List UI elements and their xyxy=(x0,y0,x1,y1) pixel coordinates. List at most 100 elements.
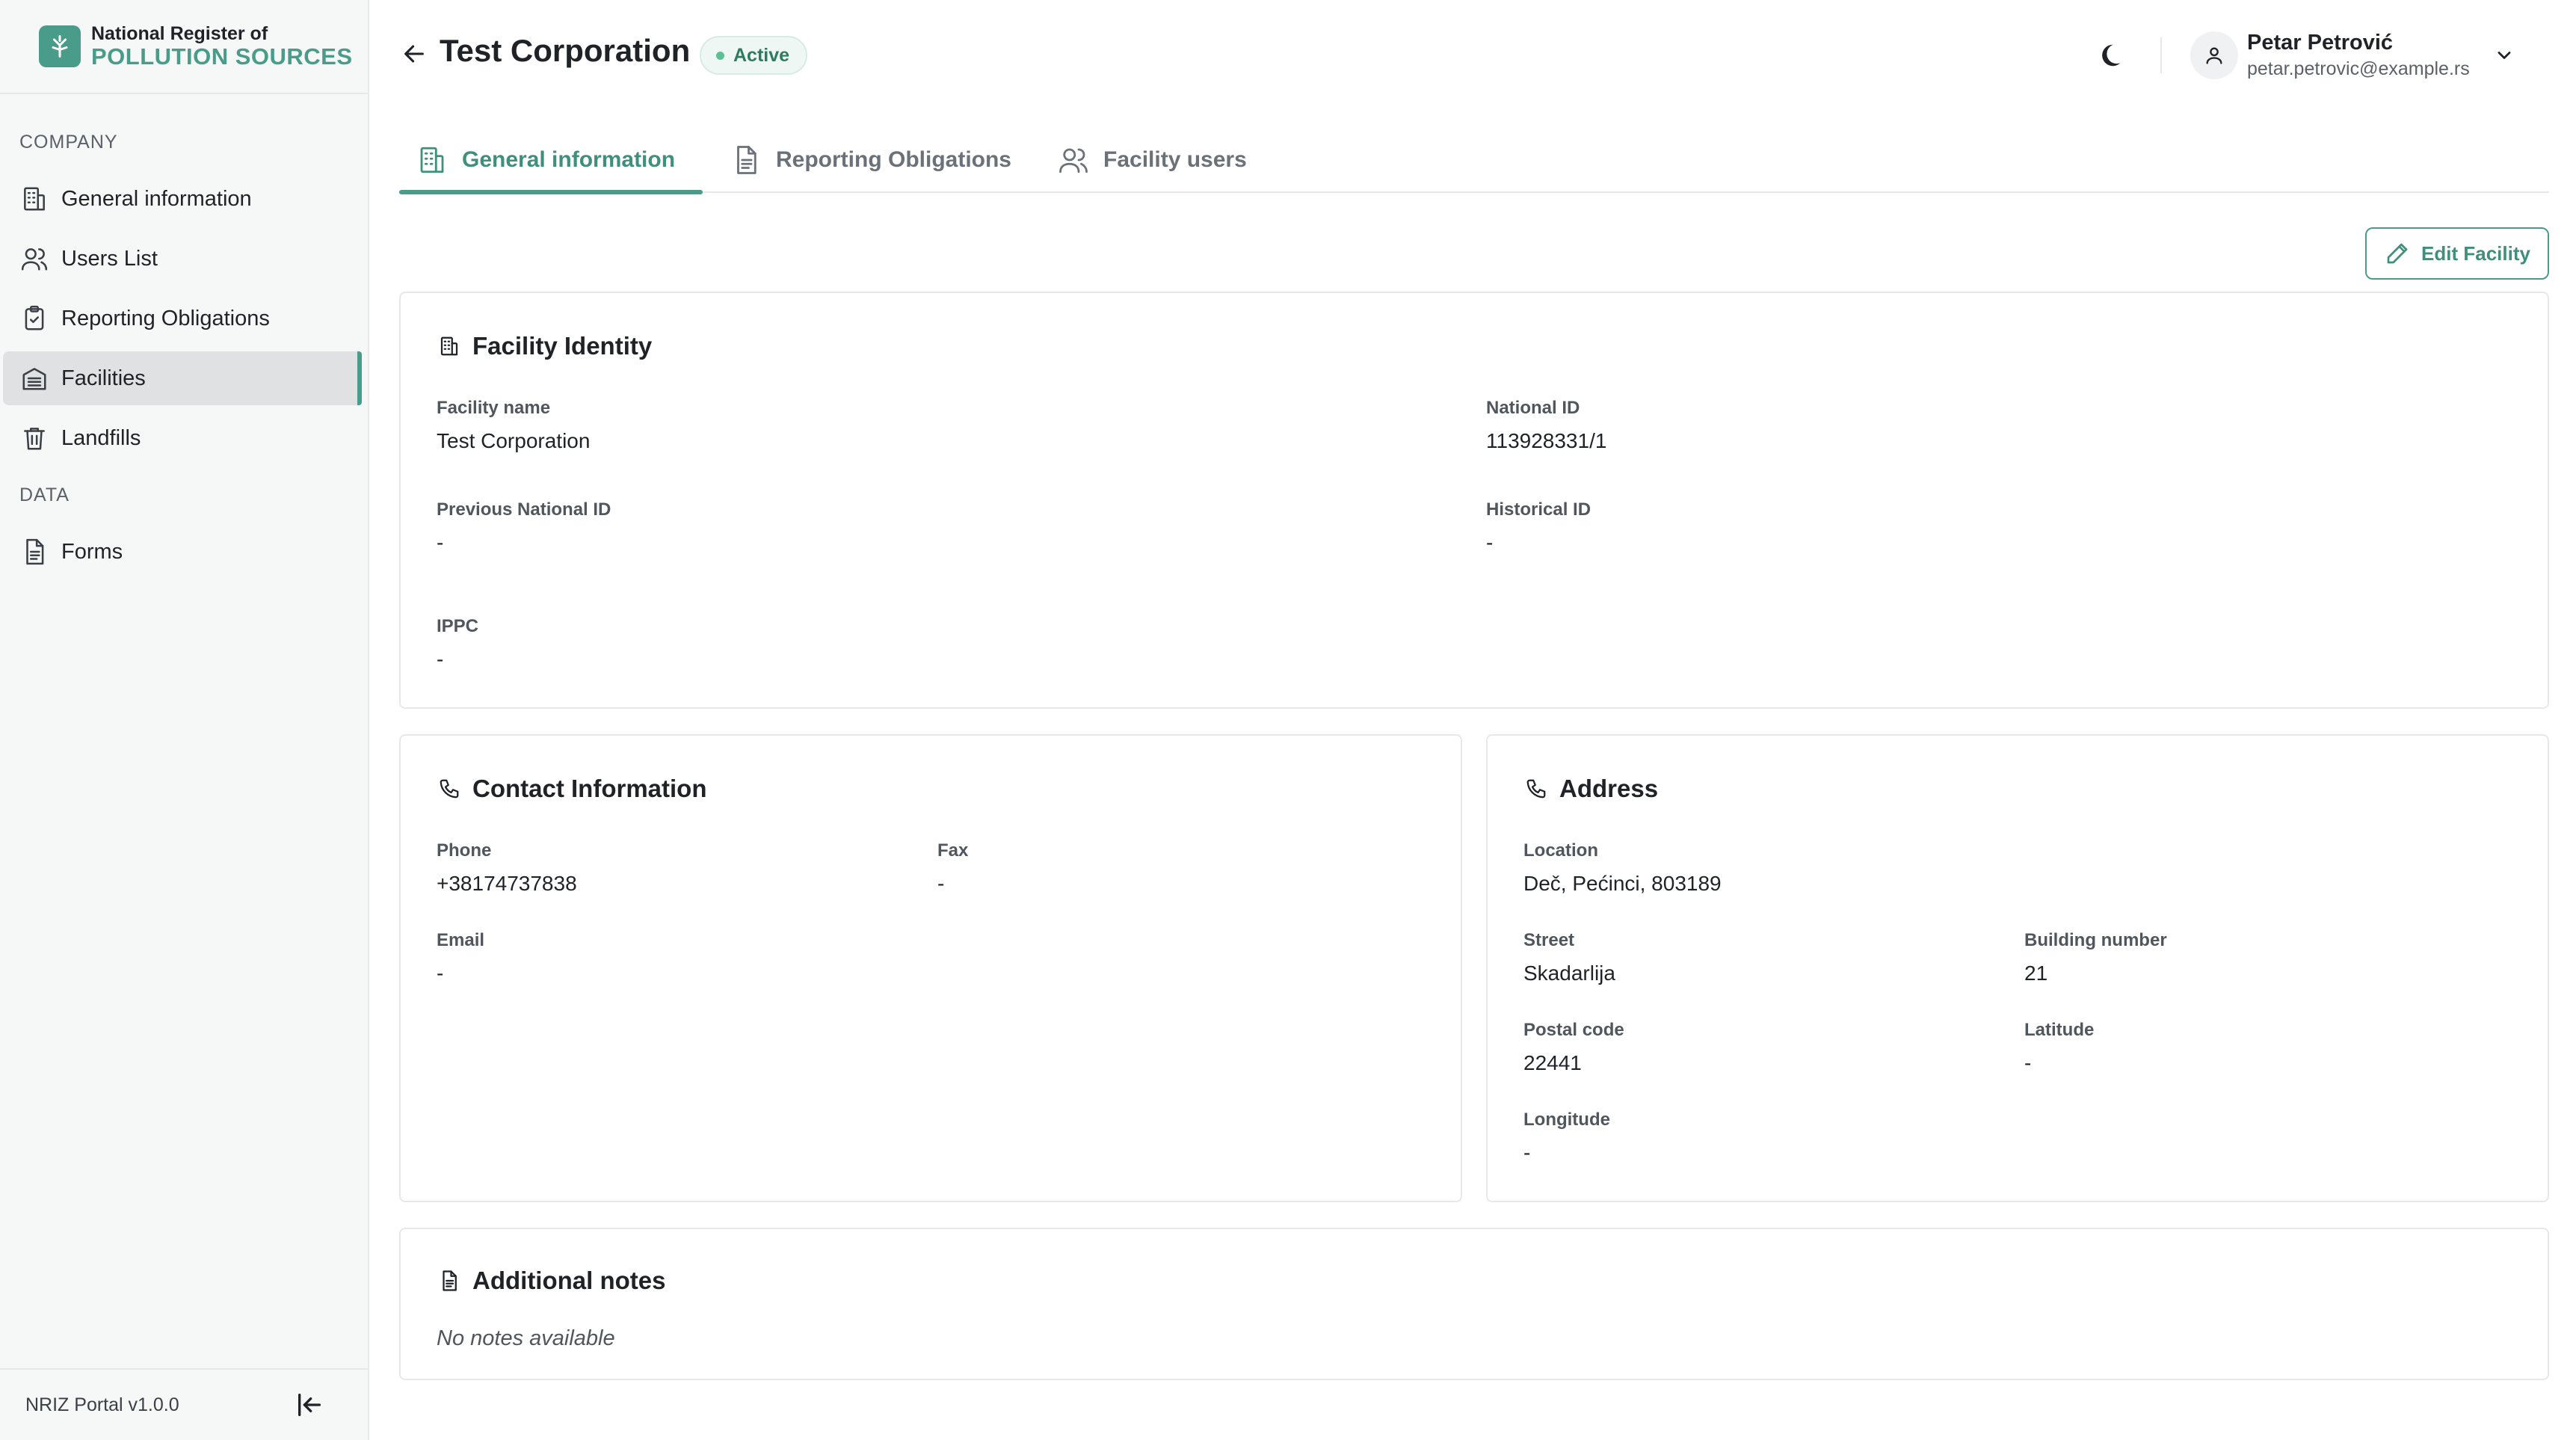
page-title: Test Corporation xyxy=(440,33,691,68)
sidebar-item-forms[interactable]: Forms xyxy=(3,525,362,579)
document-icon xyxy=(19,537,49,567)
sidebar: National Register of POLLUTION SOURCES C… xyxy=(0,0,369,1440)
sidebar-divider xyxy=(0,93,368,94)
sidebar-item-reporting-obligations[interactable]: Reporting Obligations xyxy=(3,292,362,345)
field-value: - xyxy=(937,872,945,895)
field-label: Historical ID xyxy=(1486,499,1591,520)
field-value: 22441 xyxy=(1523,1051,1582,1074)
collapse-sidebar-icon[interactable] xyxy=(293,1388,326,1421)
field-label: IPPC xyxy=(437,616,479,636)
sidebar-item-label: Reporting Obligations xyxy=(61,306,270,330)
tab-facility-users[interactable]: Facility users xyxy=(1041,127,1263,193)
field-label: Building number xyxy=(2024,930,2167,950)
notes-text: No notes available xyxy=(437,1326,615,1350)
field-value: - xyxy=(437,647,444,671)
back-arrow-icon[interactable] xyxy=(399,39,429,69)
card-title-text: Additional notes xyxy=(472,1267,666,1294)
tab-reporting-obligations[interactable]: Reporting Obligations xyxy=(713,127,1028,193)
field-label: Longitude xyxy=(1523,1110,1610,1130)
document-icon xyxy=(730,144,762,176)
card-title-text: Facility Identity xyxy=(472,332,653,360)
leaf-logo-icon xyxy=(39,25,81,67)
tab-general-information[interactable]: General information xyxy=(399,127,703,194)
tab-bar: General information Reporting Obligation… xyxy=(399,127,2549,194)
field-phone: Phone +38174737838 xyxy=(437,840,577,896)
field-label: Fax xyxy=(937,840,969,861)
header-divider xyxy=(2160,37,2162,73)
field-value: - xyxy=(437,961,444,985)
building-icon xyxy=(437,333,462,359)
sidebar-footer: NRIZ Portal v1.0.0 xyxy=(0,1368,368,1440)
field-label: Latitude xyxy=(2024,1020,2095,1040)
field-historical-id: Historical ID - xyxy=(1486,499,1591,555)
brand[interactable]: National Register of POLLUTION SOURCES xyxy=(39,9,353,84)
field-previous-national-id: Previous National ID - xyxy=(437,499,611,555)
trash-icon xyxy=(19,423,49,453)
tab-label: General information xyxy=(462,147,676,172)
edit-facility-label: Edit Facility xyxy=(2421,241,2530,265)
facility-identity-card: Facility Identity Facility name Test Cor… xyxy=(399,292,2549,709)
status-text: Active xyxy=(733,44,790,66)
field-label: National ID xyxy=(1486,398,1580,418)
additional-notes-card: Additional notes No notes available xyxy=(399,1228,2549,1380)
tab-label: Facility users xyxy=(1103,147,1247,172)
user-email: petar.petrovic@example.rs xyxy=(2247,58,2470,79)
card-title: Contact Information xyxy=(437,775,706,803)
sidebar-item-label: Facilities xyxy=(61,366,146,390)
phone-icon xyxy=(1523,776,1549,801)
sidebar-item-landfills[interactable]: Landfills xyxy=(3,411,362,465)
user-menu[interactable]: Petar Petrović petar.petrovic@example.rs xyxy=(2190,28,2518,82)
card-title-text: Address xyxy=(1559,775,1659,802)
section-label-data: DATA xyxy=(19,484,70,505)
field-postal-code: Postal code 22441 xyxy=(1523,1020,1624,1075)
document-icon xyxy=(437,1268,462,1293)
tab-label: Reporting Obligations xyxy=(776,147,1011,172)
field-value: Skadarlija xyxy=(1523,961,1615,985)
moon-icon[interactable] xyxy=(2093,39,2126,72)
field-latitude: Latitude - xyxy=(2024,1020,2094,1075)
status-dot xyxy=(716,51,724,60)
field-value: 21 xyxy=(2024,961,2048,985)
field-national-id: National ID 113928331/1 xyxy=(1486,398,1606,453)
field-fax: Fax - xyxy=(937,840,968,896)
field-value: Test Corporation xyxy=(437,429,591,452)
sidebar-item-facilities[interactable]: Facilities xyxy=(3,351,362,405)
field-value: - xyxy=(2024,1051,2032,1074)
field-value: +38174737838 xyxy=(437,872,577,895)
field-building-number: Building number 21 xyxy=(2024,930,2167,985)
facility-icon xyxy=(19,363,49,393)
contact-information-card: Contact Information Phone +38174737838 F… xyxy=(399,734,1462,1202)
field-email: Email - xyxy=(437,930,484,985)
address-card: Address Location Deč, Pećinci, 803189 St… xyxy=(1486,734,2549,1202)
app-version: NRIZ Portal v1.0.0 xyxy=(25,1394,179,1415)
building-icon xyxy=(416,144,449,176)
field-label: Location xyxy=(1523,840,1598,861)
field-facility-name: Facility name Test Corporation xyxy=(437,398,590,453)
card-title: Additional notes xyxy=(437,1267,666,1295)
user-name: Petar Petrović xyxy=(2247,31,2394,55)
sidebar-item-users-list[interactable]: Users List xyxy=(3,232,362,286)
sidebar-item-label: Forms xyxy=(61,539,123,564)
field-ippc: IPPC - xyxy=(437,616,478,671)
brand-line1: National Register of xyxy=(91,23,268,44)
clipboard-check-icon xyxy=(19,304,49,333)
sidebar-item-label: Landfills xyxy=(61,425,141,450)
field-label: Email xyxy=(437,930,485,950)
card-title: Address xyxy=(1523,775,1658,803)
field-label: Postal code xyxy=(1523,1020,1624,1040)
pencil-icon xyxy=(2384,240,2411,267)
field-street: Street Skadarlija xyxy=(1523,930,1615,985)
section-label-company: COMPANY xyxy=(19,132,118,153)
status-badge: Active xyxy=(700,36,808,75)
field-location: Location Deč, Pećinci, 803189 xyxy=(1523,840,1722,896)
field-label: Street xyxy=(1523,930,1575,950)
field-value: - xyxy=(1523,1141,1531,1164)
edit-facility-button[interactable]: Edit Facility xyxy=(2365,227,2549,280)
brand-line2: POLLUTION SOURCES xyxy=(91,43,353,70)
field-label: Phone xyxy=(437,840,492,861)
users-icon xyxy=(19,244,49,274)
building-icon xyxy=(19,184,49,214)
field-value: - xyxy=(1486,531,1494,554)
sidebar-item-general-information[interactable]: General information xyxy=(3,172,362,226)
chevron-down-icon[interactable] xyxy=(2491,42,2518,69)
